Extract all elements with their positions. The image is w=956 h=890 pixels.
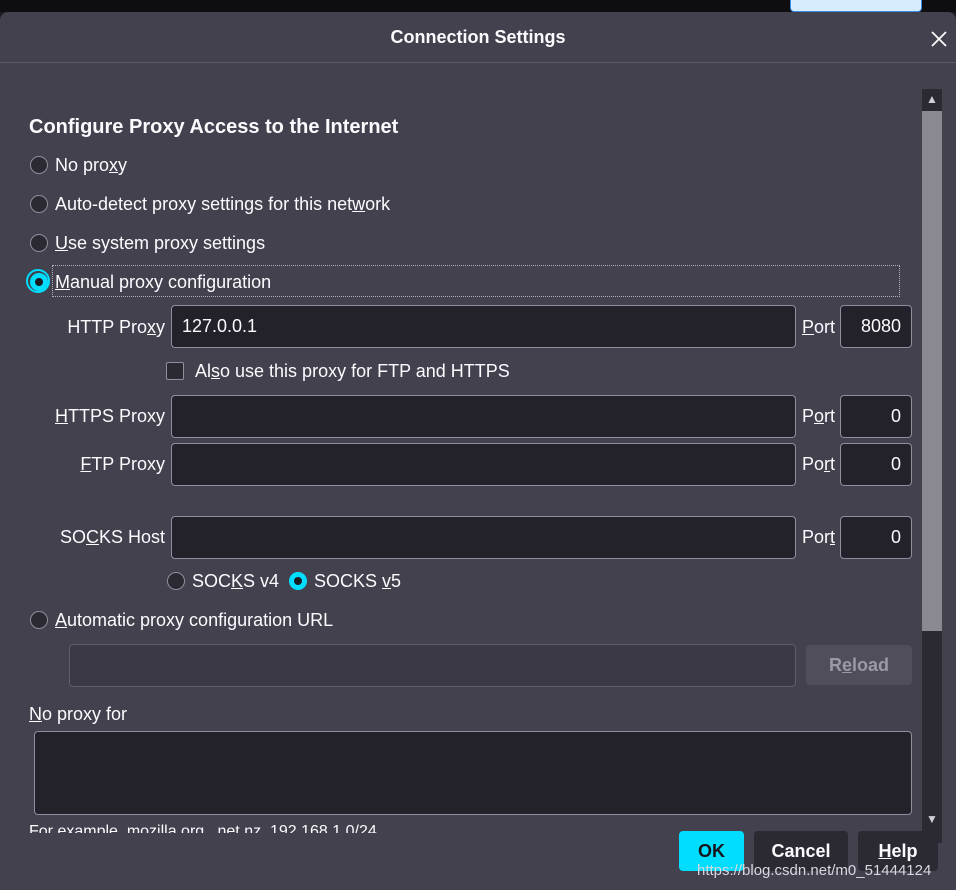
- connection-settings-dialog: Connection Settings Configure Proxy Acce…: [0, 12, 956, 890]
- radio-socks-v4-circle[interactable]: [167, 572, 185, 590]
- radio-socks-v5-label: SOCKS v5: [314, 571, 402, 591]
- socks-host-label: SOCKS Host: [59, 527, 165, 547]
- radio-socks-v4[interactable]: SOCKS v4: [166, 571, 280, 595]
- watermark-text: https://blog.csdn.net/m0_51444124: [697, 862, 932, 879]
- no-proxy-for-label: No proxy for: [29, 704, 128, 724]
- radio-no-proxy[interactable]: No proxy: [29, 155, 429, 179]
- ftp-proxy-label: FTP Proxy: [80, 454, 165, 474]
- https-port-input[interactable]: [840, 395, 912, 438]
- radio-socks-v4-label: SOCKS v4: [192, 571, 280, 591]
- http-port-label: Port: [802, 317, 836, 337]
- radio-auto-proxy-url-label: Automatic proxy configuration URL: [55, 610, 334, 630]
- dialog-titlebar: Connection Settings: [0, 12, 956, 63]
- dialog-title: Connection Settings: [390, 27, 566, 47]
- https-proxy-input[interactable]: [171, 395, 796, 438]
- no-proxy-for-textarea[interactable]: [34, 731, 912, 815]
- radio-manual-proxy[interactable]: Manual proxy configuration: [26, 269, 429, 296]
- close-button[interactable]: [928, 28, 950, 50]
- background-upload-badge: [790, 0, 922, 12]
- radio-auto-proxy-url-circle[interactable]: [30, 611, 48, 629]
- also-use-proxy-checkbox[interactable]: [166, 362, 184, 380]
- content-scrollbar[interactable]: ▲ ▼: [922, 89, 942, 843]
- also-use-proxy-checkbox-row[interactable]: Also use this proxy for FTP and HTTPS: [166, 361, 526, 385]
- http-port-input[interactable]: [840, 305, 912, 348]
- no-proxy-example-text: For example .mozilla.org, .net.nz, 192.1…: [29, 823, 377, 833]
- radio-manual-proxy-circle[interactable]: [26, 269, 50, 293]
- close-icon: [931, 31, 947, 47]
- radio-system-proxy[interactable]: Use system proxy settings: [29, 233, 429, 257]
- scrollbar-thumb[interactable]: [922, 111, 942, 631]
- auto-proxy-url-input[interactable]: [69, 644, 796, 687]
- http-proxy-label: HTTP Proxy: [67, 317, 165, 337]
- radio-system-proxy-circle[interactable]: [30, 234, 48, 252]
- radio-auto-detect-circle[interactable]: [30, 195, 48, 213]
- radio-manual-proxy-label: Manual proxy configuration: [55, 272, 272, 292]
- radio-no-proxy-label: No proxy: [55, 155, 128, 175]
- radio-socks-v5[interactable]: SOCKS v5: [288, 571, 408, 595]
- http-proxy-input[interactable]: [171, 305, 796, 348]
- also-use-proxy-label: Also use this proxy for FTP and HTTPS: [195, 361, 510, 381]
- https-port-label: Port: [802, 406, 836, 426]
- reload-button[interactable]: Reload: [806, 645, 912, 685]
- ftp-port-label: Port: [802, 454, 836, 474]
- radio-socks-v5-circle[interactable]: [289, 572, 307, 590]
- radio-focus-ring: [26, 269, 50, 293]
- section-heading: Configure Proxy Access to the Internet: [29, 116, 399, 138]
- scroll-down-arrow-icon[interactable]: ▼: [922, 809, 942, 829]
- radio-no-proxy-circle[interactable]: [30, 156, 48, 174]
- socks-port-input[interactable]: [840, 516, 912, 559]
- https-proxy-label: HTTPS Proxy: [54, 406, 165, 426]
- socks-host-input[interactable]: [171, 516, 796, 559]
- dialog-content: Configure Proxy Access to the Internet N…: [0, 63, 922, 833]
- radio-system-proxy-label: Use system proxy settings: [55, 233, 266, 253]
- radio-auto-proxy-url[interactable]: Automatic proxy configuration URL: [29, 610, 429, 634]
- scroll-up-arrow-icon[interactable]: ▲: [922, 89, 942, 109]
- socks-port-label: Port: [802, 527, 836, 547]
- ftp-port-input[interactable]: [840, 443, 912, 486]
- radio-auto-detect[interactable]: Auto-detect proxy settings for this netw…: [29, 194, 449, 218]
- ftp-proxy-input[interactable]: [171, 443, 796, 486]
- radio-auto-detect-label: Auto-detect proxy settings for this netw…: [55, 194, 391, 214]
